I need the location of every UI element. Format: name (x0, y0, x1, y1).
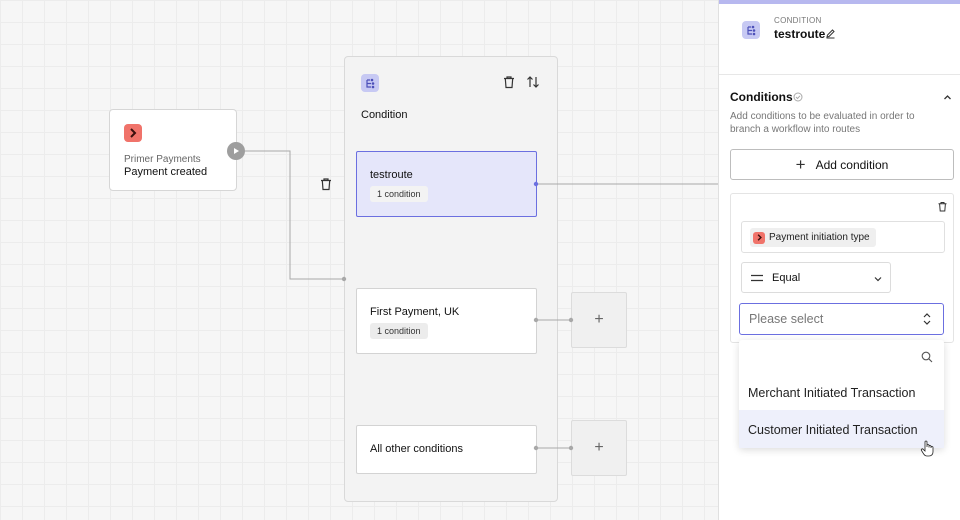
add-step-button[interactable]: + (571, 292, 627, 348)
route-name: First Payment, UK (370, 306, 460, 318)
primer-logo-icon (124, 124, 142, 142)
trash-icon[interactable] (937, 201, 948, 212)
add-condition-button[interactable]: + Add condition (730, 149, 954, 180)
search-icon (921, 351, 933, 363)
operator-select[interactable]: Equal (741, 262, 891, 293)
route-card-all-other[interactable]: All other conditions (356, 425, 537, 474)
plus-icon: + (594, 439, 604, 456)
route-badge: 1 condition (370, 186, 428, 202)
branch-icon (742, 21, 760, 39)
trash-icon[interactable] (319, 177, 333, 191)
dropdown-search-input[interactable] (739, 340, 944, 374)
panel-kicker: CONDITION (774, 16, 822, 25)
route-card-testroute[interactable]: testroute 1 condition (356, 151, 537, 217)
pencil-icon[interactable] (825, 28, 836, 39)
conditions-section-title[interactable]: Conditions (730, 90, 793, 104)
condition-node[interactable]: Condition testroute 1 condition First Pa… (344, 56, 558, 502)
branch-icon (361, 74, 379, 92)
value-dropdown: Merchant Initiated Transaction Customer … (739, 340, 944, 448)
trash-icon[interactable] (502, 75, 516, 89)
hand-cursor-icon (920, 440, 934, 457)
trigger-event: Payment created (124, 166, 208, 178)
route-name: All other conditions (370, 443, 463, 455)
dropdown-option-merchant[interactable]: Merchant Initiated Transaction (739, 373, 944, 411)
add-step-button[interactable]: + (571, 420, 627, 476)
chevron-down-icon (874, 277, 882, 282)
field-label: Payment initiation type (769, 232, 870, 243)
conditions-description: Add conditions to be evaluated in order … (730, 111, 915, 135)
primer-logo-icon (753, 231, 765, 244)
trigger-node[interactable]: Primer Payments Payment created (109, 109, 237, 191)
route-card-first-payment-uk[interactable]: First Payment, UK 1 condition (356, 288, 537, 354)
value-placeholder: Please select (749, 312, 824, 326)
panel-header: CONDITION testroute (719, 4, 960, 75)
chevron-up-icon[interactable] (943, 93, 952, 102)
equal-icon (751, 274, 763, 282)
add-condition-label: Add condition (815, 157, 889, 172)
chevron-up-down-icon (923, 313, 931, 325)
route-badge: 1 condition (370, 323, 428, 339)
sort-icon[interactable] (526, 75, 540, 89)
check-circle-icon (793, 92, 803, 102)
play-icon[interactable] (227, 142, 245, 160)
condition-title: Condition (361, 109, 408, 121)
operator-label: Equal (772, 272, 801, 284)
plus-icon: + (594, 311, 604, 328)
field-selector[interactable]: Payment initiation type (741, 221, 945, 253)
value-select[interactable]: Please select (739, 303, 944, 335)
field-chip: Payment initiation type (750, 228, 876, 247)
plus-icon: + (795, 155, 806, 174)
panel-route-name: testroute (774, 27, 826, 41)
workflow-canvas[interactable]: Primer Payments Payment created Conditio… (0, 0, 718, 520)
dropdown-option-customer[interactable]: Customer Initiated Transaction (739, 410, 944, 448)
route-name: testroute (370, 169, 413, 181)
trigger-provider: Primer Payments (124, 154, 201, 165)
